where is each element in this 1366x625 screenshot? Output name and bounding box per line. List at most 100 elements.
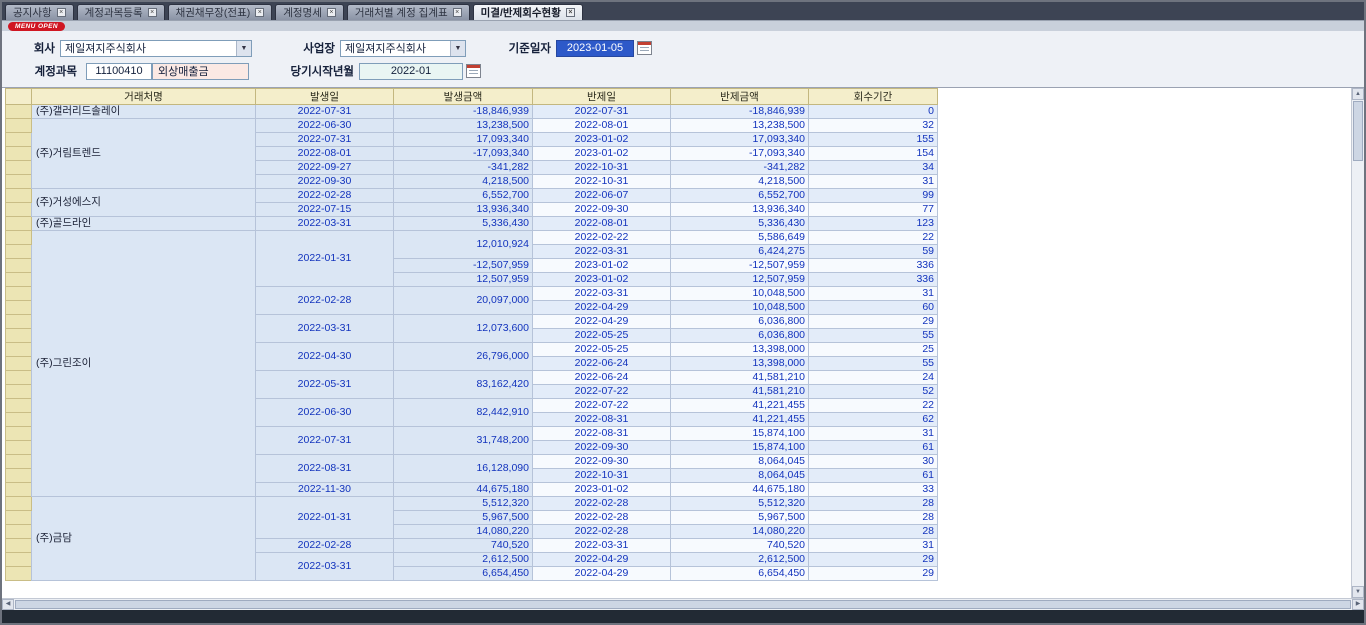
- collect-days-cell[interactable]: 55: [809, 329, 938, 343]
- tab-close-icon[interactable]: ×: [327, 8, 336, 17]
- occur-amount-cell[interactable]: 740,520: [394, 539, 533, 553]
- tab-close-icon[interactable]: ×: [148, 8, 157, 17]
- row-selector-cell[interactable]: [6, 217, 32, 231]
- repay-date-cell[interactable]: 2022-04-29: [533, 301, 671, 315]
- chevron-down-icon[interactable]: ▼: [450, 41, 465, 56]
- repay-amount-cell[interactable]: -341,282: [671, 161, 809, 175]
- occur-amount-cell[interactable]: 6,552,700: [394, 189, 533, 203]
- repay-amount-cell[interactable]: 41,581,210: [671, 371, 809, 385]
- collect-days-cell[interactable]: 52: [809, 385, 938, 399]
- repay-amount-cell[interactable]: 17,093,340: [671, 133, 809, 147]
- repay-date-cell[interactable]: 2022-05-25: [533, 329, 671, 343]
- row-selector-cell[interactable]: [6, 469, 32, 483]
- repay-amount-cell[interactable]: 5,336,430: [671, 217, 809, 231]
- collect-days-cell[interactable]: 77: [809, 203, 938, 217]
- tab-close-icon[interactable]: ×: [255, 8, 264, 17]
- repay-date-cell[interactable]: 2022-02-28: [533, 511, 671, 525]
- repay-date-cell[interactable]: 2022-08-01: [533, 119, 671, 133]
- repay-amount-cell[interactable]: 13,238,500: [671, 119, 809, 133]
- row-selector-cell[interactable]: [6, 175, 32, 189]
- collect-days-cell[interactable]: 34: [809, 161, 938, 175]
- repay-date-cell[interactable]: 2022-02-28: [533, 525, 671, 539]
- repay-date-cell[interactable]: 2022-03-31: [533, 245, 671, 259]
- customer-name-cell[interactable]: (주)골드라인: [32, 217, 256, 231]
- occur-amount-cell[interactable]: 83,162,420: [394, 371, 533, 399]
- repay-amount-cell[interactable]: 41,581,210: [671, 385, 809, 399]
- repay-amount-cell[interactable]: -18,846,939: [671, 105, 809, 119]
- occur-date-cell[interactable]: 2022-01-31: [256, 497, 394, 539]
- collect-days-cell[interactable]: 29: [809, 567, 938, 581]
- occur-amount-cell[interactable]: 12,073,600: [394, 315, 533, 343]
- occur-date-cell[interactable]: 2022-07-31: [256, 133, 394, 147]
- collect-days-cell[interactable]: 25: [809, 343, 938, 357]
- occur-amount-cell[interactable]: 2,612,500: [394, 553, 533, 567]
- occur-amount-cell[interactable]: 26,796,000: [394, 343, 533, 371]
- repay-date-cell[interactable]: 2022-10-31: [533, 469, 671, 483]
- row-selector-cell[interactable]: [6, 511, 32, 525]
- tab-item-2[interactable]: 채권채무장(전표)×: [168, 4, 273, 20]
- collect-days-cell[interactable]: 154: [809, 147, 938, 161]
- scroll-right-icon[interactable]: ▶: [1352, 599, 1364, 610]
- row-selector-cell[interactable]: [6, 385, 32, 399]
- occur-date-cell[interactable]: 2022-02-28: [256, 287, 394, 315]
- repay-date-cell[interactable]: 2022-03-31: [533, 539, 671, 553]
- collect-days-cell[interactable]: 31: [809, 287, 938, 301]
- row-selector-cell[interactable]: [6, 203, 32, 217]
- repay-amount-cell[interactable]: 5,967,500: [671, 511, 809, 525]
- occur-amount-cell[interactable]: 13,936,340: [394, 203, 533, 217]
- row-selector-cell[interactable]: [6, 231, 32, 245]
- account-code-input[interactable]: 11100410: [86, 63, 152, 80]
- repay-amount-cell[interactable]: 13,936,340: [671, 203, 809, 217]
- collect-days-cell[interactable]: 31: [809, 175, 938, 189]
- repay-date-cell[interactable]: 2022-04-29: [533, 315, 671, 329]
- repay-date-cell[interactable]: 2023-01-02: [533, 147, 671, 161]
- calendar-icon[interactable]: [637, 41, 652, 55]
- row-selector-cell[interactable]: [6, 287, 32, 301]
- period-start-input[interactable]: 2022-01: [359, 63, 463, 80]
- collect-days-cell[interactable]: 336: [809, 273, 938, 287]
- collect-days-cell[interactable]: 29: [809, 553, 938, 567]
- row-selector-cell[interactable]: [6, 357, 32, 371]
- occur-amount-cell[interactable]: 16,128,090: [394, 455, 533, 483]
- repay-amount-cell[interactable]: 13,398,000: [671, 357, 809, 371]
- collect-days-cell[interactable]: 24: [809, 371, 938, 385]
- occur-amount-cell[interactable]: 44,675,180: [394, 483, 533, 497]
- row-selector-cell[interactable]: [6, 567, 32, 581]
- occur-amount-cell[interactable]: 6,654,450: [394, 567, 533, 581]
- repay-date-cell[interactable]: 2022-07-31: [533, 105, 671, 119]
- occur-date-cell[interactable]: 2022-11-30: [256, 483, 394, 497]
- occur-amount-cell[interactable]: 5,336,430: [394, 217, 533, 231]
- occur-date-cell[interactable]: 2022-05-31: [256, 371, 394, 399]
- repay-amount-cell[interactable]: 44,675,180: [671, 483, 809, 497]
- repay-date-cell[interactable]: 2022-06-24: [533, 371, 671, 385]
- row-selector-cell[interactable]: [6, 259, 32, 273]
- repay-amount-cell[interactable]: 6,654,450: [671, 567, 809, 581]
- repay-amount-cell[interactable]: 8,064,045: [671, 469, 809, 483]
- customer-name-cell[interactable]: (주)금담: [32, 497, 256, 581]
- occur-date-cell[interactable]: 2022-01-31: [256, 231, 394, 287]
- row-selector-cell[interactable]: [6, 427, 32, 441]
- repay-date-cell[interactable]: 2022-06-24: [533, 357, 671, 371]
- collect-days-cell[interactable]: 29: [809, 315, 938, 329]
- chevron-down-icon[interactable]: ▼: [236, 41, 251, 56]
- vertical-scroll-thumb[interactable]: [1353, 101, 1363, 161]
- occur-date-cell[interactable]: 2022-03-31: [256, 315, 394, 343]
- collect-days-cell[interactable]: 155: [809, 133, 938, 147]
- occur-date-cell[interactable]: 2022-06-30: [256, 119, 394, 133]
- occur-amount-cell[interactable]: -341,282: [394, 161, 533, 175]
- repay-amount-cell[interactable]: 12,507,959: [671, 273, 809, 287]
- repay-date-cell[interactable]: 2022-07-22: [533, 399, 671, 413]
- row-selector-cell[interactable]: [6, 455, 32, 469]
- occur-date-cell[interactable]: 2022-08-01: [256, 147, 394, 161]
- occur-date-cell[interactable]: 2022-07-31: [256, 105, 394, 119]
- repay-amount-cell[interactable]: 15,874,100: [671, 441, 809, 455]
- occur-date-cell[interactable]: 2022-08-31: [256, 455, 394, 483]
- collect-days-cell[interactable]: 28: [809, 525, 938, 539]
- row-selector-cell[interactable]: [6, 329, 32, 343]
- row-selector-cell[interactable]: [6, 553, 32, 567]
- repay-date-cell[interactable]: 2022-05-25: [533, 343, 671, 357]
- row-selector-cell[interactable]: [6, 245, 32, 259]
- row-selector-cell[interactable]: [6, 371, 32, 385]
- repay-date-cell[interactable]: 2022-06-07: [533, 189, 671, 203]
- vertical-scrollbar[interactable]: ▲ ▼: [1351, 88, 1364, 598]
